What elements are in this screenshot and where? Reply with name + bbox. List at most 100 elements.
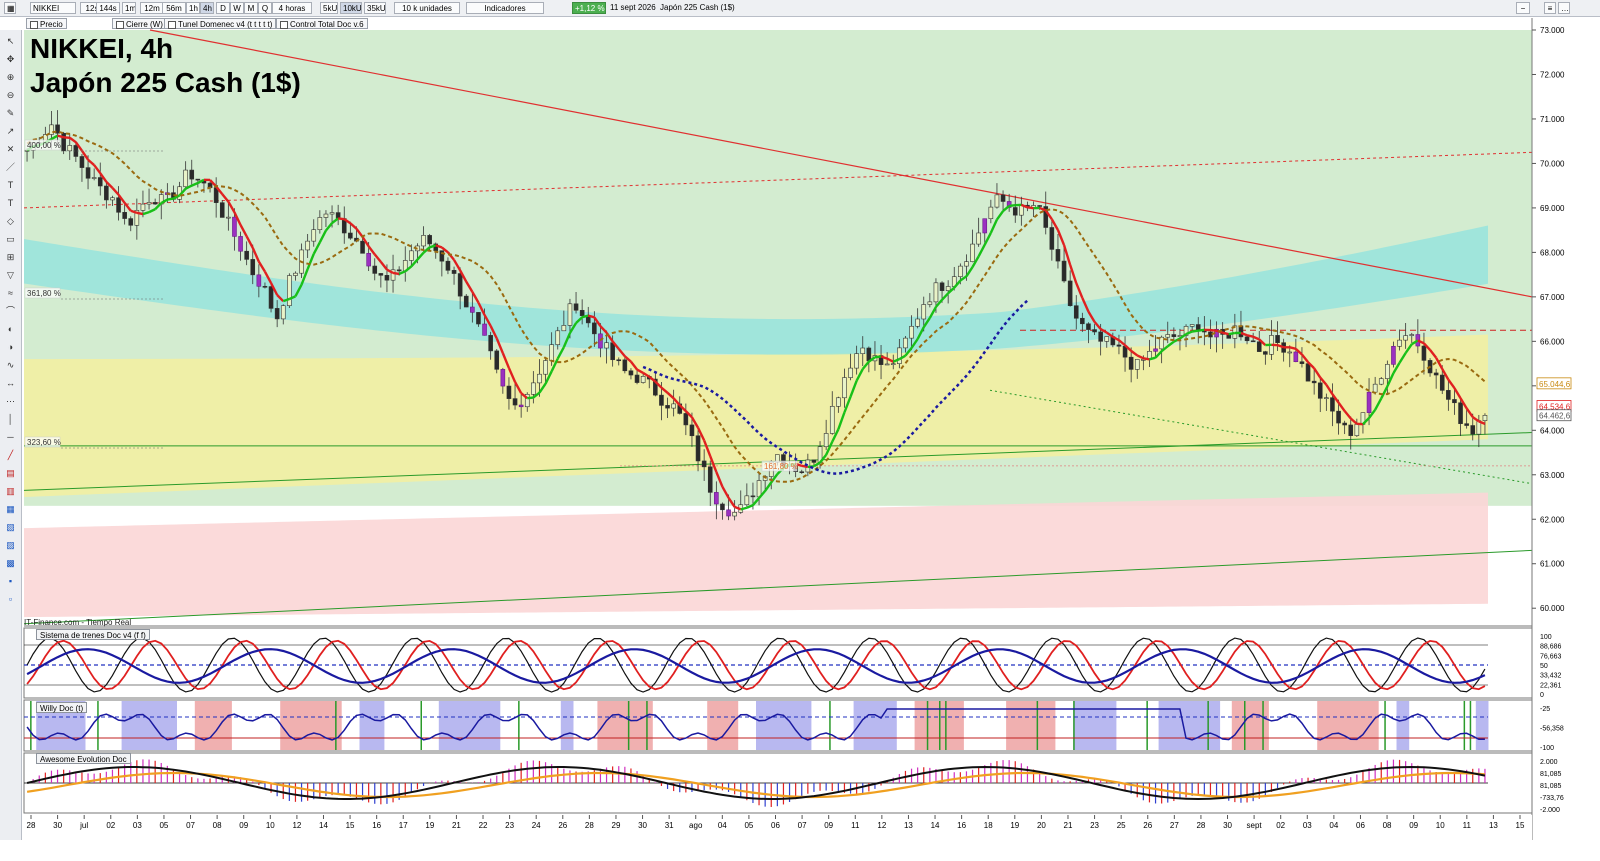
y-tick-label: 67.000 xyxy=(1540,293,1565,302)
willy-zone xyxy=(1335,701,1343,750)
willy-zone xyxy=(1231,701,1239,750)
candle-body xyxy=(573,303,579,311)
willy-zone xyxy=(359,701,367,750)
candle-body xyxy=(1421,345,1427,361)
y-tick-label: 72.000 xyxy=(1540,70,1565,79)
panel-axis-label: -733,76 xyxy=(1540,795,1564,802)
candle-body xyxy=(146,202,152,205)
willy-zone xyxy=(133,701,141,750)
candle-body xyxy=(287,275,292,306)
candle-body xyxy=(927,301,933,305)
candle-body xyxy=(567,303,573,326)
x-tick-label: 02 xyxy=(1276,821,1285,830)
candle-body xyxy=(866,347,872,362)
candle-body xyxy=(1263,351,1268,355)
candle-body xyxy=(1330,397,1335,412)
candle-body xyxy=(1464,423,1469,426)
x-tick-label: ago xyxy=(689,821,703,830)
willy-green-bar xyxy=(829,701,831,750)
candle-body xyxy=(427,235,432,245)
x-tick-label: 12 xyxy=(292,821,301,830)
x-tick-label: 07 xyxy=(186,821,195,830)
willy-zone xyxy=(780,701,787,750)
candle-body xyxy=(756,480,762,498)
panel-title-awesome[interactable]: Awesome Evolution Doc xyxy=(36,753,131,764)
candle-body xyxy=(799,471,805,473)
willy-zone xyxy=(1250,701,1257,750)
fast-signal-segment xyxy=(1009,204,1016,208)
x-tick-label: 04 xyxy=(1329,821,1338,830)
fast-signal-segment xyxy=(338,217,345,221)
candle-body xyxy=(463,295,469,308)
y-tick-label: 60.000 xyxy=(1540,604,1565,613)
x-tick-label: 02 xyxy=(106,821,115,830)
candle-body xyxy=(1452,399,1457,404)
x-tick-label: 11 xyxy=(1463,821,1472,830)
candle-body xyxy=(128,218,134,226)
candle-body xyxy=(531,382,536,395)
panel-axis-label: -56,358 xyxy=(1540,726,1564,733)
willy-zone xyxy=(878,701,885,750)
fast-signal-segment xyxy=(527,396,534,400)
chart-canvas[interactable]: 73.000 72.000 71.000 70.000 69.000 68.000 67.0… xyxy=(0,0,1600,861)
x-tick-label: 27 xyxy=(1170,821,1179,830)
candle-body xyxy=(1397,339,1402,347)
candle-body xyxy=(110,197,115,201)
willy-green-bar xyxy=(420,701,422,750)
x-tick-label: 08 xyxy=(1383,821,1392,830)
willy-zone xyxy=(451,701,458,750)
y-tick-label: 69.000 xyxy=(1540,204,1565,213)
candle-body xyxy=(549,344,554,361)
candle-body xyxy=(1366,391,1372,413)
candle-body xyxy=(1305,363,1311,382)
candle-body xyxy=(610,342,615,361)
willy-zone xyxy=(444,701,452,750)
candle-body xyxy=(714,492,719,505)
candle-body xyxy=(1403,335,1408,341)
willy-zone xyxy=(792,701,800,750)
candle-body xyxy=(933,282,939,303)
willy-zone xyxy=(1256,701,1263,750)
candle-body xyxy=(634,374,640,383)
willy-zone xyxy=(438,701,446,750)
candle-body xyxy=(1055,249,1061,262)
willy-panel: -25 -56,358 -100 xyxy=(23,699,1564,752)
candle-body xyxy=(79,156,85,168)
fast-signal-segment xyxy=(57,134,64,139)
candle-body xyxy=(671,403,676,409)
panel-title-willy[interactable]: Willy Doc (t) xyxy=(36,702,88,713)
fast-signal-segment xyxy=(874,355,882,359)
panel-axis-label: 81,085 xyxy=(1540,783,1562,790)
panel-axis-label: 33,432 xyxy=(1540,673,1562,680)
candle-body xyxy=(494,350,500,370)
candle-body xyxy=(1080,317,1085,325)
candle-body xyxy=(1409,334,1415,336)
candle-body xyxy=(262,285,268,288)
panel-axis-label: 76,663 xyxy=(1540,653,1562,660)
willy-zone xyxy=(170,701,177,750)
candle-body xyxy=(945,286,951,291)
willy-zone xyxy=(621,701,629,750)
candle-body xyxy=(1189,324,1195,327)
willy-zone xyxy=(865,701,873,750)
candle-body xyxy=(470,306,475,313)
x-tick-label: jul xyxy=(79,821,88,830)
willy-zone xyxy=(481,701,489,750)
candle-body xyxy=(1372,383,1378,393)
x-tick-label: 05 xyxy=(159,821,168,830)
candle-body xyxy=(1128,356,1134,370)
candle-body xyxy=(1153,348,1158,352)
x-tick-label: 05 xyxy=(744,821,753,830)
x-tick-label: 11 xyxy=(851,821,860,830)
candle-body xyxy=(707,466,713,493)
willy-zone xyxy=(1329,701,1336,750)
time-axis: 28 30 jul 02 03 05 07 08 09 10 12 14 15 16 17 19 21 22 23 2… xyxy=(24,815,1532,840)
chart-title-line1: NIKKEI, 4h xyxy=(30,33,174,64)
willy-zone xyxy=(200,701,208,750)
willy-zone xyxy=(371,701,379,750)
willy-zone xyxy=(774,701,781,750)
panel-title-trenes[interactable]: Sistema de trenes Doc v4 (f f) xyxy=(36,629,150,640)
candle-body xyxy=(1250,340,1256,343)
candle-body xyxy=(1311,380,1317,384)
willy-green-bar xyxy=(1244,701,1246,750)
